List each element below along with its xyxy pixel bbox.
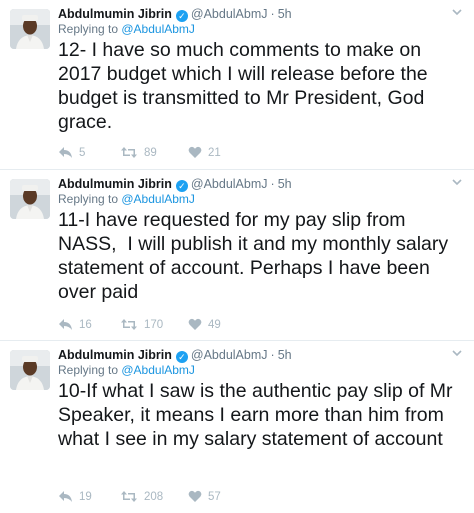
author-avatar[interactable] bbox=[10, 9, 50, 49]
tweet-header: Abdulmumin Jibrin ✓ @AbdulAbmJ · 5h bbox=[58, 347, 444, 363]
like-count: 49 bbox=[208, 319, 221, 331]
tweet-thread: Abdulmumin Jibrin ✓ @AbdulAbmJ · 5h Replying… bbox=[0, 0, 474, 513]
reply-count: 19 bbox=[79, 491, 92, 503]
reply-button[interactable]: 5 bbox=[58, 145, 85, 161]
chevron-down-icon[interactable] bbox=[450, 178, 464, 190]
reply-count: 5 bbox=[79, 147, 86, 159]
separator: · bbox=[270, 177, 275, 191]
chevron-down-icon[interactable] bbox=[450, 349, 464, 361]
author-avatar[interactable] bbox=[10, 350, 50, 390]
chevron-down-icon[interactable] bbox=[450, 8, 464, 20]
tweet-text: 10-If what I saw is the authentic pay sl… bbox=[58, 380, 458, 450]
author-avatar[interactable] bbox=[10, 179, 50, 219]
tweet-text: 11-I have requested for my pay slip from… bbox=[58, 209, 454, 303]
like-count: 57 bbox=[208, 491, 221, 503]
tweet-text: 12- I have so much comments to make on 2… bbox=[58, 39, 434, 133]
replying-prefix: Replying to bbox=[58, 22, 122, 36]
retweet-icon bbox=[121, 147, 137, 158]
separator: · bbox=[270, 348, 275, 362]
verified-badge-icon: ✓ bbox=[175, 351, 188, 363]
author-name[interactable]: Abdulmumin Jibrin bbox=[58, 177, 172, 191]
author-name[interactable]: Abdulmumin Jibrin bbox=[58, 7, 172, 21]
heart-icon bbox=[188, 146, 202, 158]
retweet-button[interactable]: 208 bbox=[120, 489, 163, 505]
retweet-count: 208 bbox=[144, 491, 164, 503]
reply-button[interactable]: 16 bbox=[58, 317, 92, 333]
tweet-1[interactable]: Abdulmumin Jibrin ✓ @AbdulAbmJ · 5h Replying… bbox=[0, 0, 474, 170]
tweet-3[interactable]: Abdulmumin Jibrin ✓ @AbdulAbmJ · 5h Replying… bbox=[0, 341, 474, 513]
like-button[interactable]: 57 bbox=[188, 489, 221, 505]
like-button[interactable]: 49 bbox=[188, 317, 221, 333]
replying-prefix: Replying to bbox=[58, 192, 122, 206]
heart-icon bbox=[188, 318, 202, 330]
reply-count: 16 bbox=[79, 319, 92, 331]
retweet-icon bbox=[121, 319, 137, 330]
tweet-timestamp[interactable]: 5h bbox=[278, 348, 292, 362]
tweet-header: Abdulmumin Jibrin ✓ @AbdulAbmJ · 5h bbox=[58, 176, 444, 192]
retweet-button[interactable]: 170 bbox=[120, 317, 163, 333]
tweet-2[interactable]: Abdulmumin Jibrin ✓ @AbdulAbmJ · 5h Replying… bbox=[0, 170, 474, 341]
heart-icon bbox=[188, 490, 202, 502]
replying-to: Replying to @AbdulAbmJ bbox=[58, 363, 195, 377]
replying-to: Replying to @AbdulAbmJ bbox=[58, 192, 195, 206]
replying-handle-link[interactable]: @AbdulAbmJ bbox=[121, 22, 195, 36]
reply-icon bbox=[59, 147, 72, 158]
verified-badge-icon: ✓ bbox=[175, 180, 188, 192]
like-button[interactable]: 21 bbox=[188, 145, 221, 161]
separator: · bbox=[270, 7, 275, 21]
retweet-button[interactable]: 89 bbox=[120, 145, 157, 161]
author-name[interactable]: Abdulmumin Jibrin bbox=[58, 348, 172, 362]
author-handle[interactable]: @AbdulAbmJ bbox=[191, 7, 268, 21]
replying-to: Replying to @AbdulAbmJ bbox=[58, 22, 195, 36]
tweet-header: Abdulmumin Jibrin ✓ @AbdulAbmJ · 5h bbox=[58, 6, 444, 22]
tweet-timestamp[interactable]: 5h bbox=[278, 7, 292, 21]
retweet-count: 170 bbox=[144, 319, 164, 331]
reply-button[interactable]: 19 bbox=[58, 489, 92, 505]
retweet-icon bbox=[121, 491, 137, 502]
tweet-timestamp[interactable]: 5h bbox=[278, 177, 292, 191]
replying-handle-link[interactable]: @AbdulAbmJ bbox=[121, 363, 195, 377]
like-count: 21 bbox=[208, 147, 221, 159]
author-handle[interactable]: @AbdulAbmJ bbox=[191, 348, 268, 362]
author-handle[interactable]: @AbdulAbmJ bbox=[191, 177, 268, 191]
replying-handle-link[interactable]: @AbdulAbmJ bbox=[121, 192, 195, 206]
reply-icon bbox=[59, 491, 72, 502]
retweet-count: 89 bbox=[144, 147, 157, 159]
reply-icon bbox=[59, 319, 72, 330]
replying-prefix: Replying to bbox=[58, 363, 122, 377]
verified-badge-icon: ✓ bbox=[175, 10, 188, 22]
